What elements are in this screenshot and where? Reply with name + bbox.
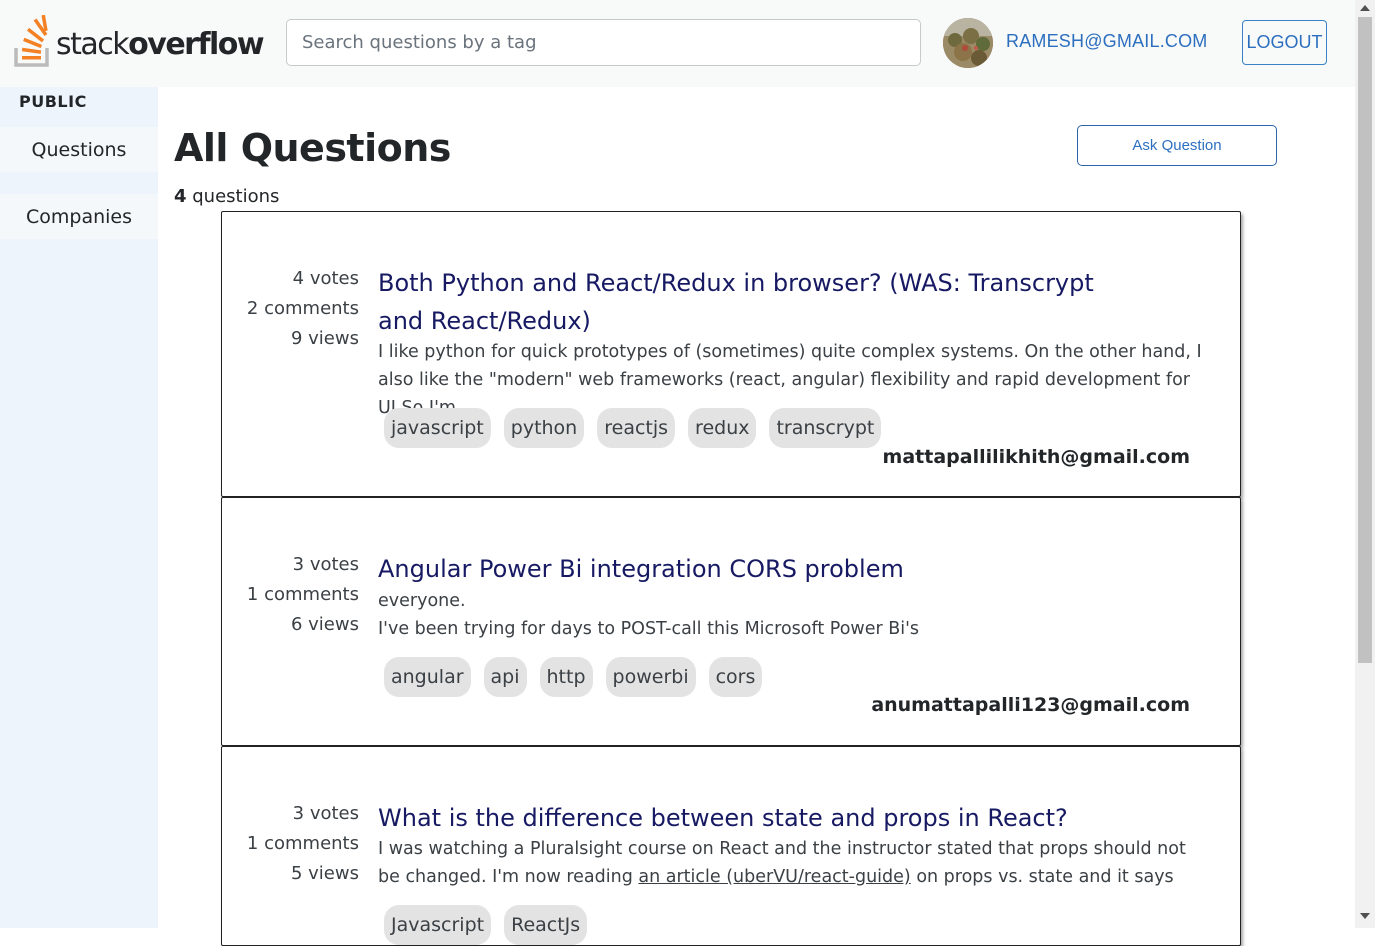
sidebar: PUBLIC Questions Companies [0, 87, 158, 928]
vote-count: 3 votes [292, 803, 359, 824]
logout-button[interactable]: LOGOUT [1242, 20, 1327, 65]
question-excerpt: everyone. I've been trying for days to P… [378, 591, 920, 639]
sidebar-item-questions[interactable]: Questions [0, 127, 158, 172]
tag-list: angular api http powerbi cors [384, 657, 763, 697]
user-email[interactable]: RAMESH@GMAIL.COM [1006, 31, 1208, 52]
tag[interactable]: transcrypt [769, 408, 882, 448]
article-link[interactable]: an article (uberVU/react-guide) [638, 867, 910, 887]
tag[interactable]: cors [708, 657, 763, 697]
top-bar: stackoverflow RAMESH@GMAIL.COM LOGOUT [0, 0, 1355, 87]
vote-count: 4 votes [292, 268, 359, 289]
question-card: 3 votes 1 comments 5 views What is the d… [221, 746, 1241, 946]
comment-count: 2 comments [246, 298, 359, 319]
tag[interactable]: Javascript [384, 905, 492, 945]
question-title-link[interactable]: Angular Power Bi integration CORS proble… [378, 550, 1138, 588]
tag[interactable]: ReactJs [504, 905, 588, 945]
scroll-down-arrow-icon[interactable] [1360, 913, 1370, 919]
question-stats: 4 votes 2 comments 9 views [222, 264, 359, 354]
tag[interactable]: redux [688, 408, 757, 448]
tag[interactable]: http [539, 657, 593, 697]
comment-count: 1 comments [246, 833, 359, 854]
tag[interactable]: powerbi [605, 657, 696, 697]
stackoverflow-logo[interactable]: stackoverflow [14, 14, 265, 68]
tag[interactable]: reactjs [597, 408, 676, 448]
question-title-link[interactable]: What is the difference between state and… [378, 799, 1138, 837]
user-avatar[interactable] [943, 18, 993, 68]
tag[interactable]: angular [384, 657, 471, 697]
tag[interactable]: python [503, 408, 585, 448]
question-count: 4 questions [174, 186, 280, 207]
view-count: 5 views [290, 863, 359, 884]
scroll-thumb[interactable] [1358, 17, 1372, 663]
sidebar-item-companies[interactable]: Companies [0, 194, 158, 239]
tag[interactable]: api [483, 657, 527, 697]
question-stats: 3 votes 1 comments 6 views [222, 550, 359, 640]
question-author: mattapallilikhith@gmail.com [882, 446, 1190, 468]
page-scrollbar[interactable] [1355, 0, 1375, 928]
vote-count: 3 votes [292, 554, 359, 575]
comment-count: 1 comments [246, 584, 359, 605]
tag-list: Javascript ReactJs [384, 905, 588, 945]
ask-question-button[interactable]: Ask Question [1077, 125, 1277, 166]
stack-logo-icon [14, 15, 49, 67]
question-card: 3 votes 1 comments 6 views Angular Power… [221, 497, 1241, 746]
sidebar-heading: PUBLIC [19, 92, 87, 111]
logo-wordmark: stackoverflow [56, 26, 265, 62]
tag-search-input[interactable] [286, 19, 921, 66]
page-title: All Questions [174, 126, 451, 170]
scroll-up-arrow-icon[interactable] [1360, 5, 1370, 11]
question-title-link[interactable]: Both Python and React/Redux in browser? … [378, 264, 1138, 340]
question-card: 4 votes 2 comments 9 views Both Python a… [221, 211, 1241, 497]
tag-list: javascript python reactjs redux transcry… [384, 408, 882, 448]
view-count: 6 views [290, 614, 359, 635]
view-count: 9 views [290, 328, 359, 349]
tag[interactable]: javascript [384, 408, 491, 448]
question-excerpt: I was watching a Pluralsight course on R… [378, 839, 1186, 887]
question-author: anumattapalli123@gmail.com [871, 694, 1190, 716]
question-stats: 3 votes 1 comments 5 views [222, 799, 359, 889]
